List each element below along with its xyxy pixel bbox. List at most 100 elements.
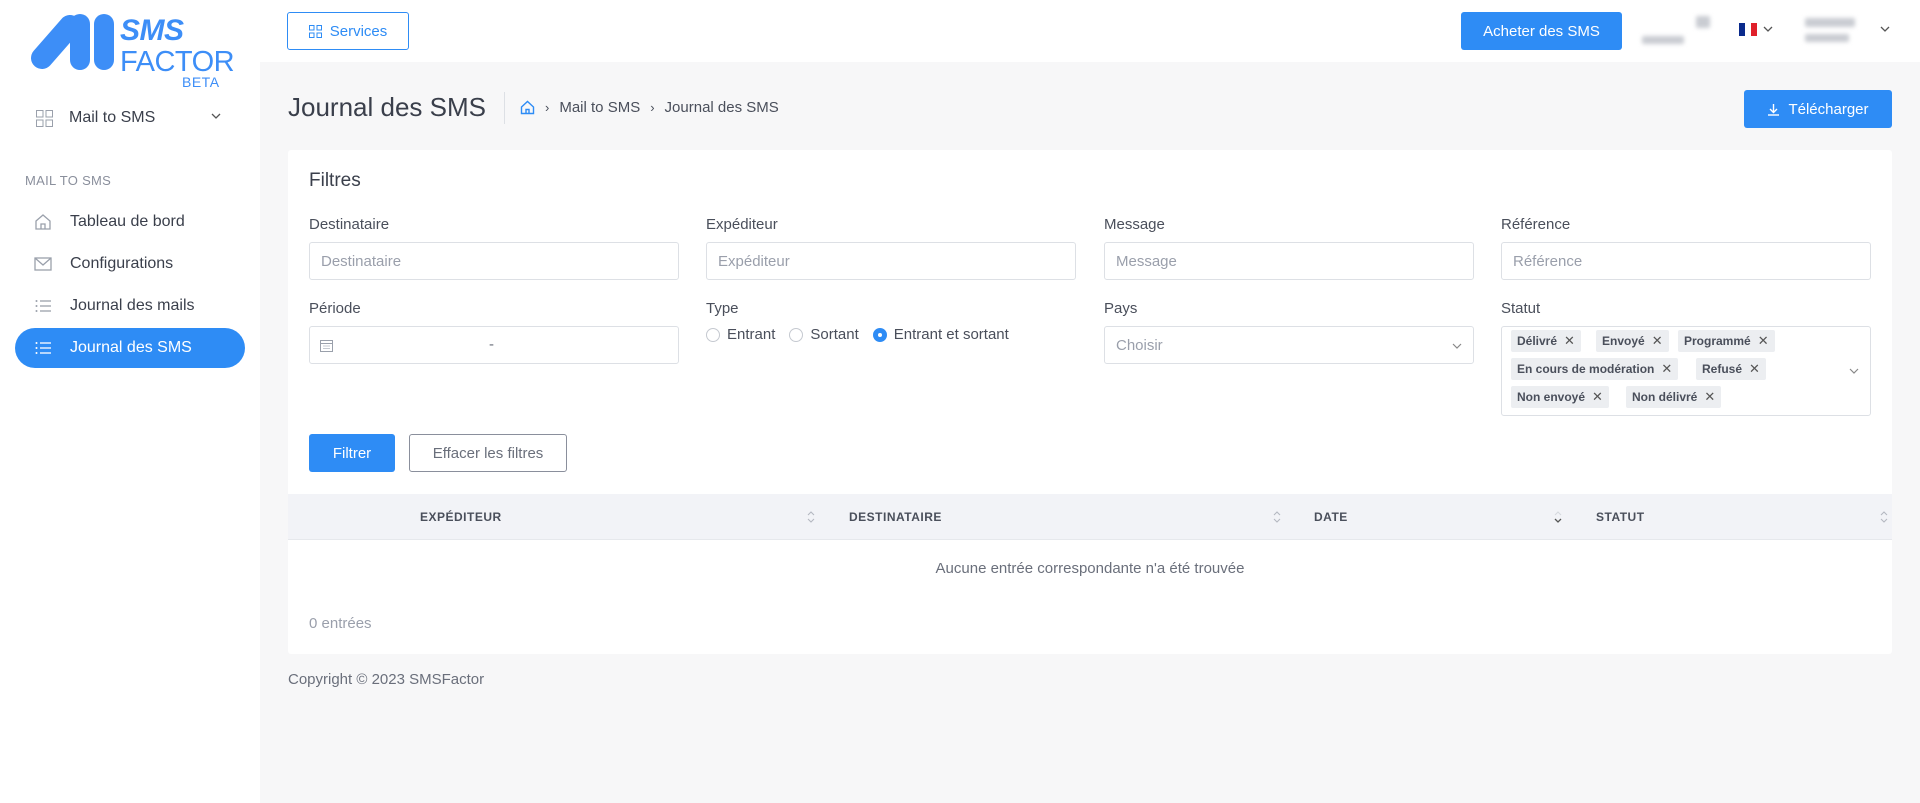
home-icon[interactable] — [520, 100, 535, 115]
type-radio-group: Entrant Sortant Entrant et sortant — [706, 326, 1023, 343]
message-label: Message — [1104, 216, 1165, 233]
remove-tag-icon[interactable]: ✕ — [1758, 333, 1769, 349]
download-icon — [1768, 103, 1780, 116]
filter-button[interactable]: Filtrer — [309, 434, 395, 472]
breadcrumb-separator: › — [545, 100, 550, 115]
status-tag-label: Non délivré — [1632, 390, 1698, 404]
pays-label: Pays — [1104, 300, 1138, 317]
statut-label: Statut — [1501, 300, 1541, 317]
chevron-down-icon[interactable] — [1880, 24, 1890, 34]
radio-button[interactable] — [789, 327, 804, 342]
title-divider — [504, 92, 505, 124]
status-tag: En cours de modération ✕ — [1511, 358, 1679, 380]
table-header: EXPÉDITEUR DESTINATAIRE DATE STATUT — [288, 494, 1892, 540]
product-selector[interactable]: Mail to SMS — [36, 104, 228, 132]
buy-sms-button[interactable]: Acheter des SMS — [1461, 12, 1622, 50]
filters-card: Filtres Destinataire Expéditeur Message … — [288, 150, 1892, 654]
remove-tag-icon[interactable]: ✕ — [1749, 361, 1760, 377]
breadcrumb-item: Journal des SMS — [664, 99, 779, 116]
remove-tag-icon[interactable]: ✕ — [1592, 389, 1603, 405]
pays-select-placeholder: Choisir — [1116, 337, 1163, 354]
reference-label: Référence — [1501, 216, 1571, 233]
copyright-text: Copyright © 2023 SMSFactor — [288, 671, 485, 688]
status-tag: Délivré ✕ — [1511, 330, 1581, 352]
sidebar-item-journal-des-mails[interactable]: Journal des mails — [15, 286, 245, 326]
pays-select[interactable]: Choisir — [1104, 326, 1474, 364]
destinataire-label: Destinataire — [309, 216, 390, 233]
radio-button[interactable] — [872, 327, 887, 342]
date-range-picker[interactable]: - — [309, 326, 679, 364]
radio-entrant-et-sortant[interactable]: Entrant et sortant — [872, 326, 1009, 343]
expediteur-label: Expéditeur — [706, 216, 778, 233]
status-tag: Non envoyé ✕ — [1511, 386, 1609, 408]
sidebar-item-journal-des-sms[interactable]: Journal des SMS — [15, 328, 245, 368]
download-button-label: Télécharger — [1788, 100, 1869, 118]
filters-title: Filtres — [309, 170, 361, 191]
entries-count: 0 entrées — [309, 615, 372, 632]
status-tag: Refusé ✕ — [1696, 358, 1766, 380]
list-icon — [35, 342, 51, 354]
chevron-down-icon[interactable] — [1763, 24, 1773, 34]
status-tag-label: Non envoyé — [1517, 390, 1586, 404]
status-tag: Non délivré ✕ — [1626, 386, 1722, 408]
blurred-text — [1805, 34, 1849, 42]
status-tag-label: Envoyé — [1602, 334, 1645, 348]
home-icon — [35, 214, 51, 230]
sidebar-item-label: Tableau de bord — [70, 213, 185, 230]
download-button[interactable]: Télécharger — [1744, 90, 1892, 128]
chevron-down-icon — [1849, 368, 1859, 374]
france-flag-icon[interactable] — [1739, 23, 1757, 36]
sort-desc-icon[interactable] — [1554, 510, 1562, 524]
logo-mark-icon — [31, 14, 114, 70]
services-button-label: Services — [329, 22, 388, 40]
remove-tag-icon[interactable]: ✕ — [1704, 389, 1715, 405]
calendar-icon — [320, 340, 333, 352]
sort-icon[interactable] — [807, 510, 815, 524]
radio-label: Entrant et sortant — [893, 326, 1009, 343]
sidebar-item-label: Configurations — [70, 255, 174, 272]
reference-input[interactable] — [1501, 242, 1871, 280]
date-range-separator: - — [489, 336, 494, 353]
column-header-expediteur[interactable]: EXPÉDITEUR — [420, 510, 502, 524]
radio-label: Sortant — [810, 326, 859, 343]
sidebar-item-configurations[interactable]: Configurations — [15, 244, 245, 284]
grid-icon — [36, 109, 53, 127]
chevron-down-icon — [1452, 343, 1462, 349]
sidebar-item-label: Journal des mails — [70, 297, 195, 314]
logo-text-sms: SMS — [120, 14, 184, 47]
breadcrumb-item[interactable]: Mail to SMS — [559, 99, 640, 116]
page-title: Journal des SMS — [288, 92, 486, 122]
sidebar-section-label: MAIL TO SMS — [25, 173, 112, 188]
status-tag-label: Délivré — [1517, 334, 1558, 348]
chevron-down-icon — [211, 113, 221, 119]
sidebar-item-tableau-de-bord[interactable]: Tableau de bord — [15, 202, 245, 242]
product-selector-label: Mail to SMS — [69, 109, 156, 126]
destinataire-input[interactable] — [309, 242, 679, 280]
breadcrumb: › Mail to SMS › Journal des SMS — [520, 99, 779, 116]
status-tag-label: En cours de modération — [1517, 362, 1655, 376]
clear-filters-button[interactable]: Effacer les filtres — [409, 434, 567, 472]
remove-tag-icon[interactable]: ✕ — [1652, 333, 1663, 349]
periode-label: Période — [309, 300, 361, 317]
radio-label: Entrant — [727, 326, 776, 343]
radio-entrant[interactable]: Entrant — [706, 326, 775, 343]
column-header-statut[interactable]: STATUT — [1596, 510, 1645, 524]
radio-sortant[interactable]: Sortant — [789, 326, 859, 343]
statut-multiselect[interactable]: Délivré ✕ Envoyé ✕ Programmé ✕ En cours … — [1501, 326, 1871, 416]
sort-icon[interactable] — [1880, 510, 1888, 524]
expediteur-input[interactable] — [706, 242, 1076, 280]
remove-tag-icon[interactable]: ✕ — [1564, 333, 1575, 349]
sidebar-item-label: Journal des SMS — [70, 339, 192, 356]
remove-tag-icon[interactable]: ✕ — [1661, 361, 1672, 377]
status-tag: Envoyé ✕ — [1596, 330, 1669, 352]
status-tag-label: Refusé — [1702, 362, 1743, 376]
services-button[interactable]: Services — [287, 12, 409, 50]
column-header-date[interactable]: DATE — [1314, 510, 1348, 524]
type-label: Type — [706, 300, 739, 317]
radio-button[interactable] — [706, 327, 720, 342]
sort-icon[interactable] — [1273, 510, 1281, 524]
column-header-destinataire[interactable]: DESTINATAIRE — [849, 510, 942, 524]
smsfactor-logo[interactable]: SMS FACTOR BETA — [28, 12, 235, 92]
logo-text-beta: BETA — [182, 74, 220, 90]
message-input[interactable] — [1104, 242, 1474, 280]
